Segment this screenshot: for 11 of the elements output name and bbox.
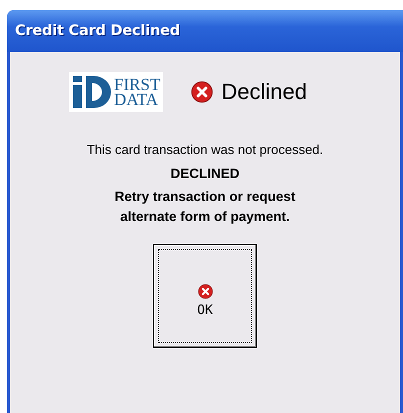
logo-mark-icon <box>72 75 112 109</box>
result-text: DECLINED <box>170 166 240 181</box>
error-icon <box>198 284 212 299</box>
ok-button[interactable]: OK <box>153 244 257 348</box>
error-icon <box>191 81 214 103</box>
window-title: Credit Card Declined <box>15 23 180 39</box>
logo-text: FIRST <box>114 77 160 92</box>
instruction-text: Retry transaction or request alternate form of payment. <box>114 188 296 226</box>
message-text: This card transaction was not processed. <box>86 142 324 157</box>
status-label: Declined <box>221 79 307 105</box>
logo-text: DATA <box>114 92 158 107</box>
